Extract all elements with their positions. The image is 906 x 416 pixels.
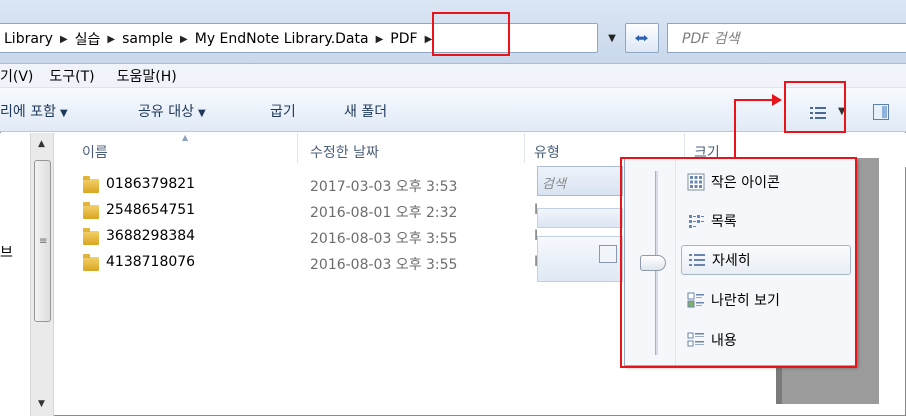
- column-date-modified[interactable]: 수정한 날짜: [310, 142, 379, 162]
- scroll-down-icon[interactable]: ▼: [38, 399, 45, 409]
- menu-bar: 기(V) 도구(T) 도움말(H): [0, 64, 906, 88]
- command-bar: 리에 포함 ▼ 공유 대상 ▼ 굽기 새 폴더: [0, 88, 906, 132]
- file-date: 2016-08-03 오후 3:55: [310, 257, 458, 273]
- search-input[interactable]: PDF 검색: [667, 23, 906, 53]
- folder-icon: [83, 228, 99, 245]
- file-name: 2548654751: [106, 202, 196, 218]
- file-date: 2017-03-03 오후 3:53: [310, 179, 458, 195]
- sort-ascending-icon: ▲: [182, 133, 189, 142]
- crumb-separator-icon[interactable]: ▶: [104, 34, 118, 45]
- crumb-separator-icon[interactable]: ▶: [373, 34, 387, 45]
- folder-icon: [83, 202, 99, 219]
- include-in-library-button[interactable]: 리에 포함 ▼: [0, 101, 68, 121]
- file-date: 2016-08-03 오후 3:55: [310, 231, 458, 247]
- include-in-library-label: 리에 포함: [0, 104, 56, 120]
- chevron-down-icon: ▼: [197, 108, 206, 119]
- file-date: 2016-08-01 오후 2:32: [310, 205, 458, 221]
- crumb-sample[interactable]: sample: [118, 31, 177, 47]
- file-row[interactable]: 2548654751 2016-08-01 오후 2:32 I: [54, 202, 614, 228]
- annotation-arrow-icon: [772, 94, 782, 106]
- menu-tools[interactable]: 도구(T): [49, 66, 94, 86]
- refresh-button[interactable]: [625, 23, 659, 53]
- column-divider[interactable]: [524, 133, 525, 163]
- crumb-separator-icon[interactable]: ▶: [57, 34, 71, 45]
- column-type[interactable]: 유형: [534, 142, 560, 162]
- crumb-library[interactable]: Library: [0, 31, 57, 47]
- view-menu-highlight: [620, 157, 857, 368]
- file-row[interactable]: 3688298384 2016-08-03 오후 3:55 I: [54, 228, 614, 254]
- menu-view[interactable]: 기(V): [0, 66, 33, 86]
- nav-scrollbar[interactable]: ▲ ≡ ▼: [30, 133, 54, 416]
- preview-pane-icon[interactable]: [873, 104, 889, 120]
- folder-icon: [83, 254, 99, 271]
- nav-item-label[interactable]: 브: [0, 242, 13, 262]
- crumb-endnote-data[interactable]: My EndNote Library.Data: [191, 31, 373, 47]
- folder-icon: [83, 176, 99, 193]
- share-with-label: 공유 대상: [138, 104, 194, 120]
- scroll-thumb[interactable]: ≡: [34, 160, 51, 322]
- file-row[interactable]: 0186379821 2017-03-03 오후 3:53: [54, 176, 614, 202]
- new-folder-button[interactable]: 새 폴더: [344, 101, 387, 121]
- breadcrumb: Library ▶ 실습 ▶ sample ▶ My EndNote Libra…: [0, 24, 435, 54]
- annotation-connector: [734, 99, 736, 158]
- share-with-button[interactable]: 공유 대상 ▼: [138, 101, 206, 121]
- crumb-separator-icon[interactable]: ▶: [177, 34, 191, 45]
- refresh-icon: [635, 35, 648, 42]
- file-name: 0186379821: [106, 176, 196, 192]
- pdf-crumb-highlight: [432, 12, 510, 56]
- ghost-toolbar: [537, 208, 623, 228]
- ghost-view-icon: [599, 245, 617, 263]
- crumb-pdf[interactable]: PDF: [386, 31, 421, 47]
- burn-button[interactable]: 굽기: [270, 101, 296, 121]
- annotation-connector: [734, 99, 774, 101]
- address-history-dropdown-icon[interactable]: ▼: [601, 23, 623, 53]
- grip-icon: ≡: [39, 236, 48, 247]
- ghost-search-label: 검색: [542, 177, 566, 192]
- column-name[interactable]: 이름: [82, 142, 108, 162]
- crumb-practice[interactable]: 실습: [71, 29, 105, 49]
- menu-help[interactable]: 도움말(H): [117, 66, 177, 86]
- file-name: 3688298384: [106, 228, 196, 244]
- view-button-highlight: [784, 81, 846, 133]
- navigation-pane: 브: [0, 133, 30, 416]
- chevron-down-icon: ▼: [59, 108, 68, 119]
- column-divider[interactable]: [297, 133, 298, 163]
- scroll-up-icon[interactable]: ▲: [38, 139, 45, 149]
- file-name: 4138718076: [106, 254, 196, 270]
- ghost-search-field: 검색: [537, 166, 623, 196]
- file-row[interactable]: 4138718076 2016-08-03 오후 3:55 I: [54, 254, 614, 280]
